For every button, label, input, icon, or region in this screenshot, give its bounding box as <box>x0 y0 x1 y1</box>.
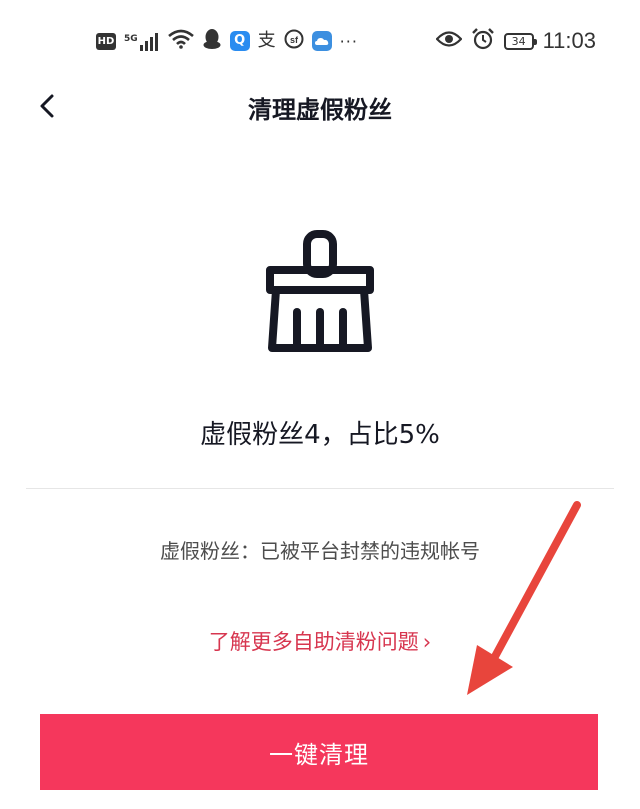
status-bar: HD 5G Q 支 sf ··· 34 11:03 <box>0 0 640 80</box>
alarm-clock-icon <box>471 27 495 55</box>
more-notifications-icon: ··· <box>339 31 358 51</box>
annotation-arrow-icon <box>467 501 581 695</box>
learn-more-link[interactable]: 了解更多自助清粉问题 › <box>0 626 640 656</box>
status-time: 11:03 <box>542 28 596 53</box>
one-click-clean-button[interactable]: 一键清理 <box>40 714 598 790</box>
network-type-label: 5G <box>124 34 138 44</box>
screen: HD 5G Q 支 sf ··· 34 11:03 清理虚假粉丝 虚假粉丝4，占… <box>0 0 640 809</box>
hd-badge: HD <box>96 32 116 50</box>
chevron-right-icon: › <box>422 630 432 654</box>
learn-more-label: 了解更多自助清粉问题 <box>208 630 419 654</box>
eye-icon <box>435 30 463 52</box>
battery-icon: 34 <box>503 32 537 50</box>
qq-penguin-icon <box>202 28 222 54</box>
signal-strength-icon: 5G <box>124 31 160 51</box>
alipay-icon: 支 <box>257 30 276 51</box>
broom-icon <box>262 230 378 354</box>
fake-fans-description: 虚假粉丝：已被平台封禁的违规帐号 <box>160 539 480 563</box>
weather-cloud-icon <box>311 31 332 51</box>
svg-text:sf: sf <box>290 35 299 45</box>
fake-fans-stats: 虚假粉丝4，占比5% <box>200 420 440 450</box>
status-bar-right: 34 11:03 <box>435 27 596 55</box>
page-title: 清理虚假粉丝 <box>248 96 392 124</box>
sf-express-icon: sf <box>284 29 304 53</box>
wifi-icon <box>167 29 194 53</box>
search-app-icon: Q <box>229 31 250 51</box>
status-bar-left: HD 5G Q 支 sf ··· <box>96 28 358 54</box>
divider <box>26 488 614 489</box>
nav-bar: 清理虚假粉丝 <box>0 80 640 132</box>
